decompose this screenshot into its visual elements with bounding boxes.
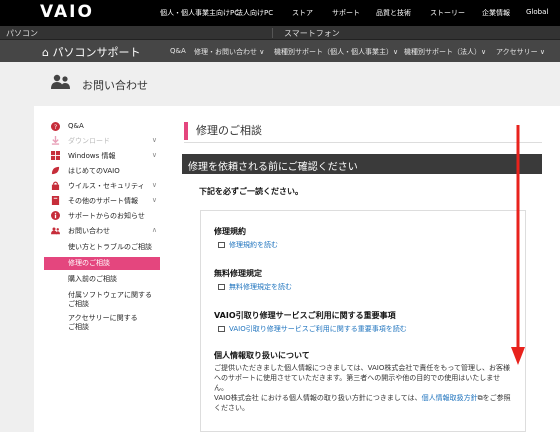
- chevron-up-icon: ∧: [151, 226, 157, 234]
- topnav-support[interactable]: サポート: [332, 8, 360, 18]
- top-nav: 個人・個人事業主向けPC 法人向けPC ストア サポート 品質と技術 ストーリー…: [0, 0, 560, 26]
- privacy-paragraph: ご提供いただきました個人情報につきましては、VAIO株式会社で責任をもって管理し…: [214, 363, 514, 413]
- sidebar-sub-repair[interactable]: 修理のご相談: [44, 257, 160, 270]
- sidebar-sub-software[interactable]: 付属ソフトウェアに関する ご相談: [44, 290, 160, 310]
- top-bar: VAIO 個人・個人事業主向けPC 法人向けPC ストア サポート 品質と技術 …: [0, 0, 560, 26]
- privacy-text: をご参照: [482, 394, 511, 402]
- block-heading-privacy: 個人情報取り扱いについて: [214, 351, 310, 360]
- privacy-line: ご提供いただきました個人情報につきましては、VAIO株式会社で責任をもって管理し…: [214, 364, 511, 372]
- sidebar-item-security[interactable]: ウイルス・セキュリティ ∨: [44, 179, 160, 192]
- support-home-link[interactable]: ⌂ パソコンサポート: [42, 44, 140, 60]
- sidebar-item-label: Q&A: [68, 122, 84, 130]
- support-home-label: パソコンサポート: [52, 46, 141, 59]
- svg-text:?: ?: [54, 124, 57, 131]
- cat-smartphone[interactable]: スマートフォン: [284, 28, 340, 39]
- sidebar-item-label: サポートからのお知らせ: [68, 212, 145, 220]
- section-divider: [184, 142, 542, 143]
- sidebar-item-contact[interactable]: お問い合わせ ∧: [44, 224, 160, 237]
- arrow-down-icon: [511, 125, 525, 365]
- sidebar-item-label: ダウンロード: [68, 137, 110, 145]
- leaf-icon: [51, 166, 60, 175]
- subnav-qa[interactable]: Q&A: [170, 47, 186, 55]
- subnav-model-personal[interactable]: 機種別サポート（個人・個人事業主）∨: [274, 47, 398, 57]
- windows-icon: [51, 151, 60, 160]
- chevron-down-icon: ∨: [151, 151, 157, 159]
- topnav-global[interactable]: Global: [526, 8, 548, 16]
- chevron-down-icon: ∨: [151, 136, 157, 144]
- sidebar-item-windows[interactable]: Windows 情報 ∨: [44, 149, 160, 162]
- block-heading-terms: 修理規約: [214, 227, 246, 236]
- notice-text: 下記を必ずご一読ください。: [199, 187, 303, 196]
- topnav-store[interactable]: ストア: [292, 8, 313, 18]
- external-link-icon: [218, 242, 225, 248]
- privacy-text: VAIO株式会社 における個人情報の取り扱い方針につきましては、: [214, 394, 422, 402]
- block-heading-free-repair: 無料修理規定: [214, 269, 262, 278]
- external-link-icon: [218, 284, 225, 290]
- section-title: 修理のご相談: [184, 122, 262, 140]
- sidebar-item-other-support[interactable]: その他のサポート情報 ∨: [44, 194, 160, 207]
- notice-banner: 修理を依頼される前にご確認ください: [182, 154, 542, 174]
- sidebar-item-qa[interactable]: ? Q&A: [44, 120, 160, 133]
- sidebar-item-notices[interactable]: サポートからのお知らせ: [44, 209, 160, 222]
- sidebar-item-first-vaio[interactable]: はじめてのVAIO: [44, 164, 160, 177]
- cat-pc[interactable]: パソコン: [6, 28, 38, 39]
- link-free-repair[interactable]: 無料修理規定を読む: [218, 282, 292, 292]
- sidebar-item-label: お問い合わせ: [68, 227, 110, 235]
- sidebar-sub-label: 修理のご相談: [68, 259, 110, 267]
- subnav-model-business[interactable]: 機種別サポート（法人）∨: [404, 47, 486, 57]
- sidebar-item-label: Windows 情報: [68, 152, 116, 160]
- sidebar-sub-accessory[interactable]: アクセサリーに関する ご相談: [44, 313, 160, 333]
- topnav-story[interactable]: ストーリー: [430, 8, 465, 18]
- link-free-repair-label: 無料修理規定を読む: [229, 283, 292, 291]
- link-pickup[interactable]: VAIO引取り修理サービスご利用に関する重要事項を読む: [218, 324, 407, 334]
- people-icon: [51, 74, 70, 89]
- privacy-line: VAIO株式会社 における個人情報の取り扱い方針につきましては、個人情報取扱方針…: [214, 393, 514, 403]
- topnav-business[interactable]: 法人向けPC: [236, 8, 273, 18]
- privacy-line: へのサポートに使用させていただきます。第三者への開示や他の目的での使用はいたしま…: [214, 374, 501, 392]
- topnav-company[interactable]: 企業情報: [482, 8, 510, 18]
- topnav-personal[interactable]: 個人・個人事業主向けPC: [160, 8, 239, 18]
- sidebar-sub-usage[interactable]: 使い方とトラブルのご相談: [44, 242, 160, 254]
- home-icon: ⌂: [42, 46, 49, 59]
- sidebar-item-download[interactable]: ダウンロード ∨: [44, 134, 160, 147]
- link-pickup-label: VAIO引取り修理サービスご利用に関する重要事項を読む: [229, 325, 407, 333]
- info-icon: [51, 211, 60, 220]
- book-icon: [51, 196, 60, 205]
- privacy-line: ください。: [214, 404, 249, 412]
- support-nav: ⌂ パソコンサポート Q&A 修理・お問い合わせ ∨ 機種別サポート（個人・個人…: [0, 40, 560, 62]
- subnav-repair[interactable]: 修理・お問い合わせ ∨: [194, 47, 264, 57]
- link-terms-label: 修理規約を読む: [229, 241, 278, 249]
- sidebar-item-label: はじめてのVAIO: [68, 167, 120, 175]
- question-icon: ?: [51, 122, 60, 131]
- page-title: お問い合わせ: [82, 79, 148, 92]
- external-link-icon: [218, 326, 225, 332]
- subnav-accessory[interactable]: アクセサリー ∨: [496, 47, 545, 57]
- block-heading-pickup: VAIO引取り修理サービスご利用に関する重要事項: [214, 311, 396, 320]
- sidebar-sub-label: 使い方とトラブルのご相談: [68, 243, 152, 251]
- people-icon: [51, 227, 60, 235]
- sidebar-sub-label: 購入前のご相談: [68, 275, 117, 283]
- link-terms[interactable]: 修理規約を読む: [218, 240, 278, 250]
- chevron-down-icon: ∨: [151, 181, 157, 189]
- category-bar: パソコン スマートフォン: [0, 26, 560, 40]
- privacy-policy-link[interactable]: 個人情報取扱方針: [422, 394, 478, 402]
- lock-icon: [51, 181, 60, 190]
- sidebar-sub-label: ご相談: [68, 323, 89, 331]
- sidebar-sub-label: ご相談: [68, 300, 89, 308]
- sidebar-item-label: その他のサポート情報: [68, 197, 138, 205]
- download-icon: [51, 136, 60, 145]
- category-divider: [272, 28, 273, 38]
- chevron-down-icon: ∨: [151, 196, 157, 204]
- topnav-quality[interactable]: 品質と技術: [376, 8, 411, 18]
- sidebar-sub-prepurchase[interactable]: 購入前のご相談: [44, 274, 160, 286]
- sidebar-item-label: ウイルス・セキュリティ: [68, 182, 145, 190]
